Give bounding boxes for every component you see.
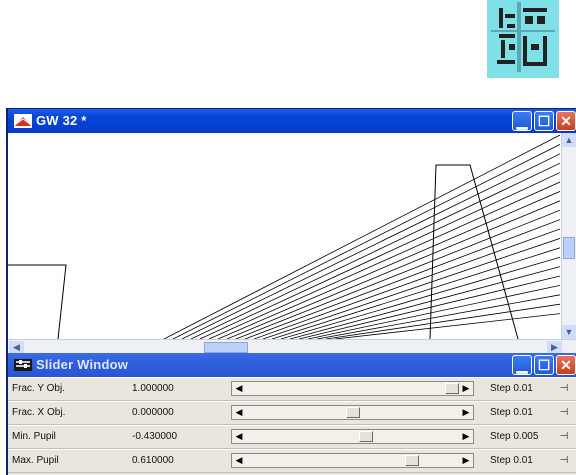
maximize-icon: ☐	[537, 113, 551, 129]
step-control-icon[interactable]: ⊣	[557, 430, 571, 444]
horizontal-scroll-thumb[interactable]	[204, 342, 248, 353]
minimize-button[interactable]: ▁	[512, 111, 532, 131]
slider-thumb[interactable]	[445, 383, 459, 394]
slider-left-arrow-icon[interactable]: ◀	[232, 454, 246, 467]
gw-window: GW 32 * ▁ ☐ ✕ ▲ ▼ ◀ ▶	[6, 108, 576, 355]
slider-value: 0.000000	[132, 407, 174, 418]
ray-line	[298, 275, 561, 340]
slider-label: Frac. Y Obj.	[12, 383, 65, 394]
slider-step: Step 0.01	[490, 383, 533, 394]
ray-line	[226, 200, 561, 340]
slider-right-arrow-icon[interactable]: ▶	[459, 430, 473, 443]
slider-row: Max. Pupil 0.610000 ◀ ▶ Step 0.01 ⊣	[8, 449, 576, 473]
slider-label: Frac. X Obj.	[12, 407, 66, 418]
maximize-button[interactable]: ☐	[534, 111, 554, 131]
slider-rows: Frac. Y Obj. 1.000000 ◀ ▶ Step 0.01 ⊣ Fr…	[8, 377, 576, 473]
ray-line	[208, 181, 561, 340]
slider-close-button[interactable]: ✕	[556, 355, 576, 375]
minimize-icon: ▁	[516, 113, 528, 129]
slider-value: 0.610000	[132, 455, 174, 466]
slider-window-icon	[14, 358, 32, 372]
step-control-icon[interactable]: ⊣	[557, 382, 571, 396]
slider-thumb[interactable]	[346, 407, 360, 418]
slider-thumb[interactable]	[359, 431, 373, 442]
slider-step: Step 0.01	[490, 407, 533, 418]
slider-label: Max. Pupil	[12, 455, 59, 466]
slider-track[interactable]: ◀ ▶	[231, 381, 474, 396]
scroll-down-icon[interactable]: ▼	[562, 325, 576, 339]
slider-minimize-button[interactable]: ▁	[512, 355, 532, 375]
close-icon: ✕	[560, 357, 572, 373]
slider-title-bar[interactable]: Slider Window ▁ ☐ ✕	[8, 353, 576, 377]
slider-track[interactable]: ◀ ▶	[231, 453, 474, 468]
close-icon: ✕	[560, 113, 572, 129]
slider-row: Frac. X Obj. 0.000000 ◀ ▶ Step 0.01 ⊣	[8, 401, 576, 425]
vertical-scrollbar[interactable]: ▲ ▼	[561, 133, 576, 339]
ray-line	[280, 256, 561, 340]
scroll-up-icon[interactable]: ▲	[562, 133, 576, 147]
slider-right-arrow-icon[interactable]: ▶	[459, 454, 473, 467]
slider-window: Slider Window ▁ ☐ ✕ Frac. Y Obj. 1.00000…	[6, 353, 576, 475]
ray-line	[325, 303, 561, 340]
ray-line	[217, 191, 561, 340]
gw-window-icon	[14, 114, 32, 128]
ray-line	[163, 134, 561, 340]
minimize-icon: ▁	[516, 357, 528, 373]
ray-line	[199, 172, 561, 340]
slider-track[interactable]: ◀ ▶	[231, 429, 474, 444]
slider-window-title: Slider Window	[36, 357, 129, 372]
slider-left-arrow-icon[interactable]: ◀	[232, 406, 246, 419]
ray-line	[181, 153, 561, 340]
slider-maximize-button[interactable]: ☐	[534, 355, 554, 375]
vertical-scroll-thumb[interactable]	[563, 237, 575, 259]
step-control-icon[interactable]: ⊣	[557, 454, 571, 468]
slider-value: 1.000000	[132, 383, 174, 394]
slider-row: Frac. Y Obj. 1.000000 ◀ ▶ Step 0.01 ⊣	[8, 377, 576, 401]
slider-label: Min. Pupil	[12, 431, 56, 442]
slider-step: Step 0.005	[490, 431, 539, 442]
maximize-icon: ☐	[537, 357, 551, 373]
step-control-icon[interactable]: ⊣	[557, 406, 571, 420]
slider-left-arrow-icon[interactable]: ◀	[232, 382, 246, 395]
slider-value: -0.430000	[132, 431, 178, 442]
ray-line	[262, 238, 561, 340]
slider-track[interactable]: ◀ ▶	[231, 405, 474, 420]
slider-right-arrow-icon[interactable]: ▶	[459, 406, 473, 419]
slider-thumb[interactable]	[405, 455, 419, 466]
gw-title-bar[interactable]: GW 32 * ▁ ☐ ✕	[8, 109, 576, 133]
ray-line	[307, 285, 561, 340]
slider-right-arrow-icon[interactable]: ▶	[459, 382, 473, 395]
close-button[interactable]: ✕	[556, 111, 576, 131]
ray-trace-canvas[interactable]	[8, 133, 561, 340]
gw-window-title: GW 32 *	[36, 113, 87, 128]
app-icon	[487, 0, 559, 78]
slider-step: Step 0.01	[490, 455, 533, 466]
ray-line	[316, 294, 561, 340]
ray-trace-drawing	[8, 134, 561, 340]
slider-row: Min. Pupil -0.430000 ◀ ▶ Step 0.005 ⊣	[8, 425, 576, 449]
lens-left-outline	[8, 264, 67, 340]
slider-left-arrow-icon[interactable]: ◀	[232, 430, 246, 443]
